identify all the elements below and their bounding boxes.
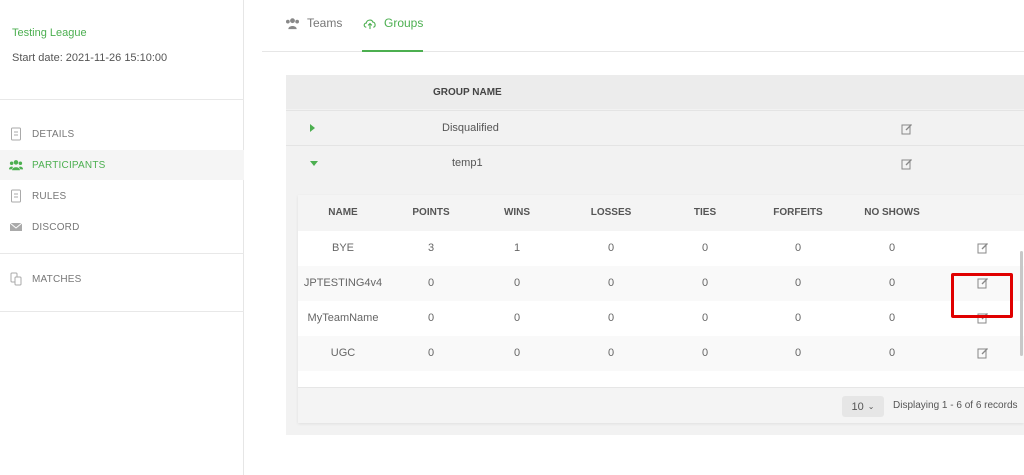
- main-content: Teams Groups GROUP NAME Disqualified tem…: [262, 0, 1024, 475]
- cell-losses: 0: [607, 347, 615, 359]
- column-header-losses[interactable]: LOSSES: [591, 207, 632, 218]
- cell-losses: 0: [607, 242, 615, 254]
- group-table-header: GROUP NAME: [286, 75, 1024, 109]
- cell-ties: 0: [701, 242, 709, 254]
- column-header-ties[interactable]: TIES: [694, 207, 716, 218]
- sidebar: Testing League Start date: 2021-11-26 15…: [0, 0, 244, 475]
- cell-forfeits: 0: [794, 347, 802, 359]
- cell-no-shows: 0: [888, 347, 896, 359]
- cell-wins: 1: [513, 242, 521, 254]
- sidebar-item-label: DETAILS: [32, 128, 75, 140]
- cloud-icon: [362, 16, 378, 30]
- sidebar-item-label: RULES: [32, 190, 67, 202]
- page-size-select[interactable]: 10 ⌄: [842, 396, 884, 417]
- sidebar-item-participants[interactable]: PARTICIPANTS: [0, 150, 244, 180]
- scrollbar[interactable]: [1020, 251, 1023, 356]
- envelope-icon: [8, 219, 24, 235]
- table-row: JPTESTING4v4 0 0 0 0 0 0: [298, 266, 1024, 301]
- edit-icon[interactable]: [901, 123, 913, 135]
- sidebar-item-rules[interactable]: RULES: [0, 181, 244, 211]
- divider: [0, 311, 244, 312]
- cell-wins: 0: [513, 277, 521, 289]
- cell-no-shows: 0: [888, 312, 896, 324]
- table-row: UGC 0 0 0 0 0 0: [298, 336, 1024, 371]
- cell-losses: 0: [607, 312, 615, 324]
- cell-name: BYE: [331, 242, 355, 254]
- expand-arrow-icon[interactable]: [310, 124, 315, 132]
- start-date: Start date: 2021-11-26 15:10:00: [12, 52, 168, 64]
- cell-no-shows: 0: [888, 277, 896, 289]
- divider: [0, 99, 244, 100]
- column-header-forfeits[interactable]: FORFEITS: [773, 207, 822, 218]
- column-header-group-name: GROUP NAME: [433, 87, 502, 98]
- tab-label: Teams: [307, 16, 343, 30]
- cell-ties: 0: [701, 277, 709, 289]
- cell-name: MyTeamName: [307, 312, 379, 324]
- edit-icon[interactable]: [977, 347, 989, 359]
- sidebar-item-label: PARTICIPANTS: [32, 159, 106, 171]
- group-row[interactable]: temp1: [286, 145, 1024, 180]
- table-row: BYE 3 1 0 0 0 0: [298, 231, 1024, 266]
- tab-teams[interactable]: Teams: [285, 16, 342, 52]
- cell-losses: 0: [607, 277, 615, 289]
- highlight-annotation-box: [951, 273, 1013, 318]
- cell-no-shows: 0: [888, 242, 896, 254]
- table-footer: 10 ⌄ Displaying 1 - 6 of 6 records: [298, 387, 1024, 423]
- group-row[interactable]: Disqualified: [286, 110, 1024, 145]
- edit-icon[interactable]: [977, 242, 989, 254]
- column-header-points[interactable]: POINTS: [412, 207, 449, 218]
- table-row: MyTeamName 0 0 0 0 0 0: [298, 301, 1024, 336]
- divider: [0, 253, 244, 254]
- sidebar-item-details[interactable]: DETAILS: [0, 119, 244, 149]
- sidebar-item-discord[interactable]: DISCORD: [0, 212, 244, 242]
- records-count: Displaying 1 - 6 of 6 records: [893, 400, 1018, 411]
- column-header-wins[interactable]: WINS: [504, 207, 530, 218]
- sidebar-item-label: MATCHES: [32, 273, 82, 285]
- edit-icon[interactable]: [901, 158, 913, 170]
- tab-bar: Teams Groups: [262, 0, 1024, 52]
- cell-forfeits: 0: [794, 277, 802, 289]
- collapse-arrow-icon[interactable]: [310, 161, 318, 166]
- chevron-down-icon: ⌄: [867, 402, 875, 411]
- groups-panel: GROUP NAME Disqualified temp1 NAME POINT…: [286, 75, 1024, 435]
- matches-icon: [8, 271, 24, 287]
- cell-ties: 0: [701, 312, 709, 324]
- tab-groups[interactable]: Groups: [362, 16, 424, 52]
- users-icon: [8, 157, 24, 173]
- users-icon: [285, 16, 301, 30]
- document-icon: [8, 188, 24, 204]
- cell-name: UGC: [330, 347, 356, 359]
- cell-forfeits: 0: [794, 312, 802, 324]
- group-name: Disqualified: [442, 122, 499, 134]
- participants-table: NAME POINTS WINS LOSSES TIES FORFEITS NO…: [298, 195, 1024, 423]
- cell-points: 3: [427, 242, 435, 254]
- league-title: Testing League: [12, 27, 87, 39]
- table-header: NAME POINTS WINS LOSSES TIES FORFEITS NO…: [298, 195, 1024, 231]
- cell-points: 0: [427, 277, 435, 289]
- document-icon: [8, 126, 24, 142]
- cell-wins: 0: [513, 312, 521, 324]
- cell-points: 0: [427, 312, 435, 324]
- sidebar-item-label: DISCORD: [32, 221, 80, 233]
- cell-ties: 0: [701, 347, 709, 359]
- sidebar-item-matches[interactable]: MATCHES: [0, 264, 244, 294]
- cell-forfeits: 0: [794, 242, 802, 254]
- cell-wins: 0: [513, 347, 521, 359]
- tab-label: Groups: [384, 16, 424, 30]
- column-header-name[interactable]: NAME: [328, 207, 357, 218]
- cell-points: 0: [427, 347, 435, 359]
- page-size-value: 10: [851, 400, 864, 413]
- column-header-no-shows[interactable]: NO SHOWS: [864, 207, 920, 218]
- cell-name: JPTESTING4v4: [303, 277, 383, 289]
- group-name: temp1: [452, 157, 483, 169]
